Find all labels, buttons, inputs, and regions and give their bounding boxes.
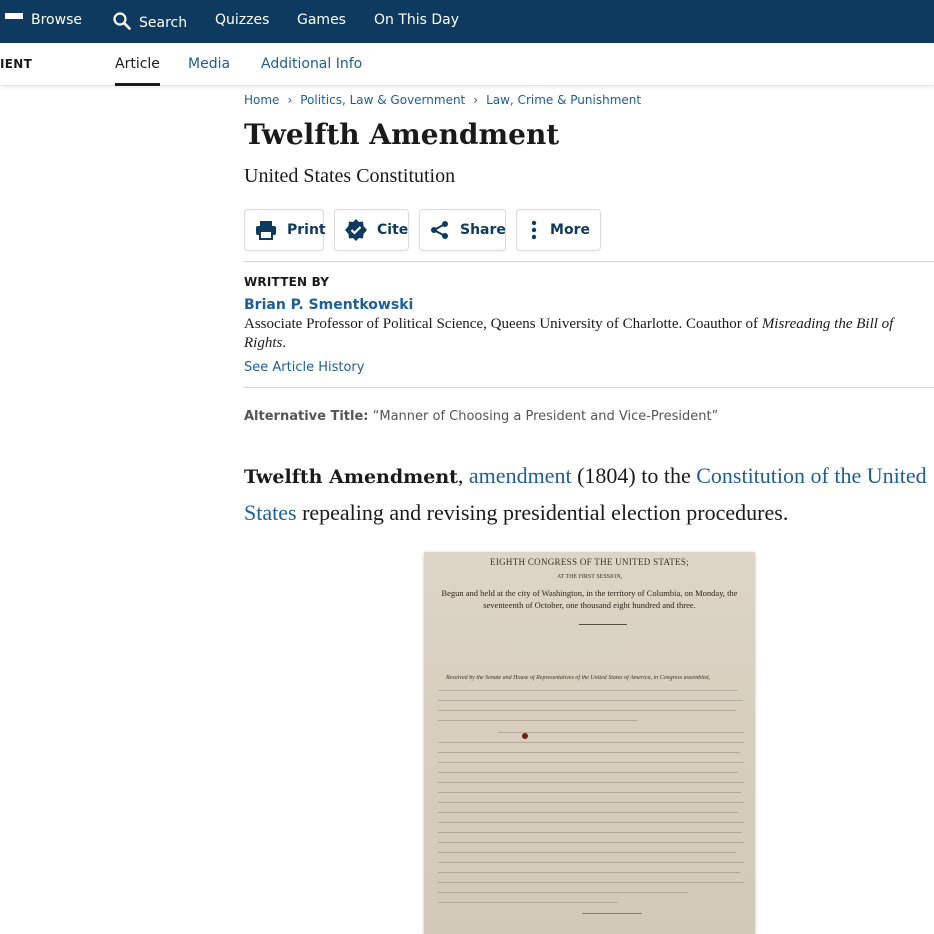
more-label: More (550, 222, 590, 238)
chevron-right-icon: › (473, 93, 479, 107)
breadcrumb-politics[interactable]: Politics, Law & Government (300, 93, 465, 107)
search-icon (113, 12, 131, 34)
vertical-ellipsis-icon (527, 219, 540, 241)
breadcrumb-home[interactable]: Home (244, 93, 279, 107)
author-link[interactable]: Brian P. Smentkowski (244, 297, 413, 313)
lead-paragraph: Twelfth Amendment, amendment (1804) to t… (244, 458, 934, 531)
divider (244, 261, 934, 262)
breadcrumb: Home › Politics, Law & Government › Law, Cri… (244, 93, 641, 107)
share-label: Share (460, 222, 506, 238)
tab-media[interactable]: Media (188, 56, 230, 72)
bio-text: Associate Professor of Political Science… (244, 316, 762, 332)
page-title: Twelfth Amendment (244, 118, 560, 151)
lead-term: Twelfth Amendment (244, 466, 458, 488)
printer-icon (255, 219, 277, 241)
chevron-right-icon: › (287, 93, 293, 107)
written-by-label: WRITTEN BY (244, 275, 330, 289)
tab-additional-info[interactable]: Additional Info (261, 56, 362, 72)
more-button[interactable]: More (516, 209, 601, 251)
lead-text-end: repealing and revising presidential elec… (296, 500, 789, 525)
print-button[interactable]: Print (244, 209, 326, 251)
article-subnav: IENT Article Media Additional Info (0, 43, 934, 86)
quizzes-link[interactable]: Quizzes (215, 12, 269, 28)
amendment-link[interactable]: amendment (469, 463, 572, 488)
lead-text: (1804) to the (571, 463, 697, 488)
cite-button[interactable]: Cite (334, 209, 409, 251)
signature-mark (581, 902, 647, 914)
twelfth-amendment-document-image[interactable]: EIGHTH CONGRESS OF THE UNITED STATES; AT… (424, 552, 755, 934)
document-session: AT THE FIRST SESSION, (556, 574, 623, 580)
breadcrumb-law-crime[interactable]: Law, Crime & Punishment (486, 93, 641, 107)
print-label: Print (287, 222, 326, 238)
hamburger-menu-icon (5, 13, 23, 27)
alternative-title-label: Alternative Title: (244, 409, 369, 424)
article-history-link[interactable]: See Article History (244, 360, 364, 375)
page-subtitle: United States Constitution (244, 165, 456, 187)
verified-badge-icon (345, 219, 367, 241)
divider (244, 387, 934, 388)
alternative-title-value: “Manner of Choosing a President and Vice… (372, 409, 719, 424)
bio-suffix: . (282, 335, 287, 351)
games-link[interactable]: Games (297, 12, 346, 28)
wax-seal-mark (522, 733, 528, 739)
browse-menu-button[interactable]: Browse (5, 12, 82, 28)
browse-label: Browse (31, 12, 82, 28)
top-navigation-bar: Browse Search Quizzes Games On This Day (0, 0, 934, 43)
author-bio: Associate Professor of Political Science… (244, 315, 924, 353)
document-handwriting (438, 686, 748, 916)
share-button[interactable]: Share (419, 209, 506, 251)
search-button[interactable]: Search (113, 12, 187, 34)
lead-comma: , (457, 463, 469, 488)
document-heading: EIGHTH CONGRESS OF THE UNITED STATES; (490, 557, 689, 567)
document-resolved-line: Resolved by the Senate and House of Repr… (446, 675, 711, 681)
truncated-article-title: IENT (0, 57, 33, 71)
search-label: Search (139, 15, 188, 31)
document-rule (579, 624, 627, 625)
alternative-title: Alternative Title: “Manner of Choosing a… (244, 409, 718, 424)
document-preamble: Begun and held at the city of Washington… (441, 588, 738, 610)
tab-article[interactable]: Article (115, 56, 160, 86)
on-this-day-link[interactable]: On This Day (374, 12, 459, 28)
cite-label: Cite (377, 222, 409, 238)
share-icon (430, 219, 450, 241)
